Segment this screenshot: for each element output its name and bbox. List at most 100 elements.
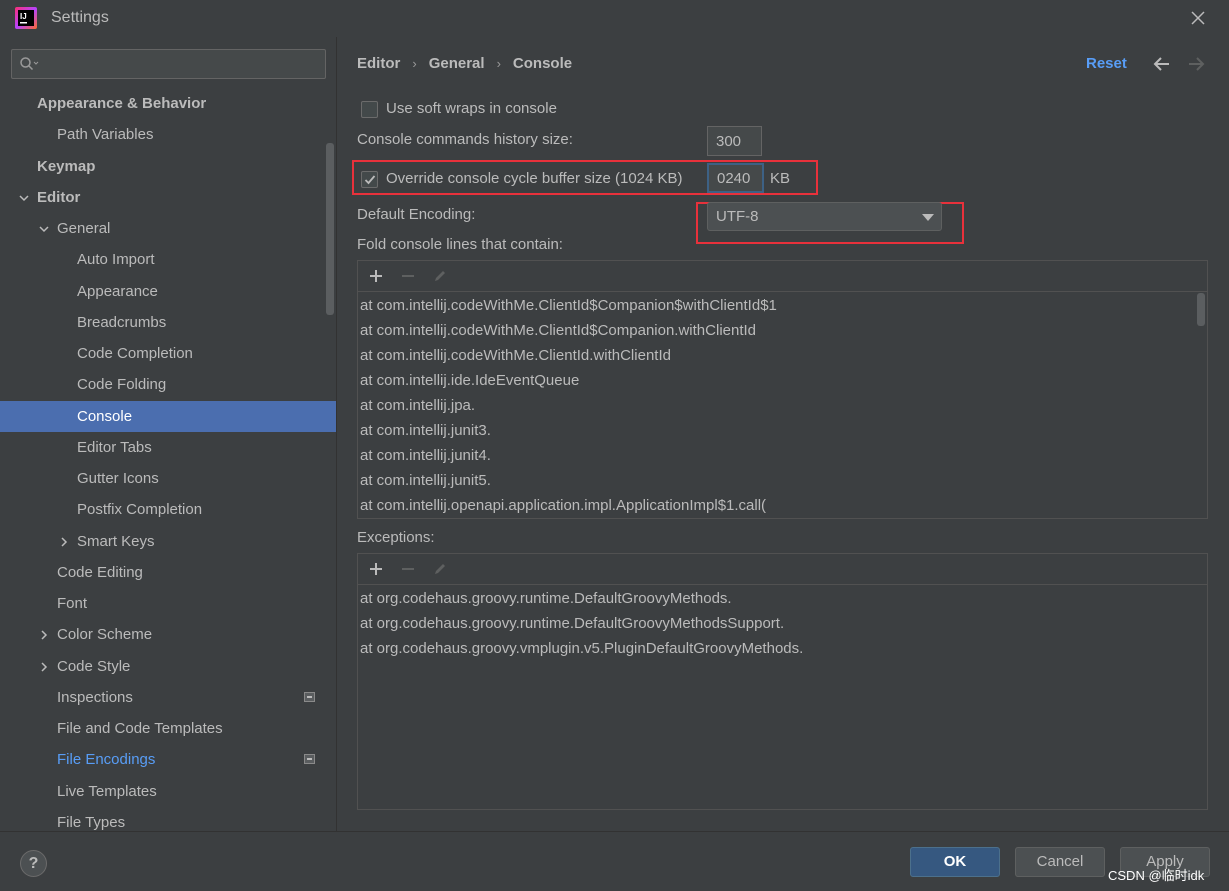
list-item[interactable]: at com.intellij.junit4. (360, 443, 491, 468)
list-item[interactable]: at org.codehaus.groovy.runtime.DefaultGr… (360, 611, 784, 636)
tree-label: File Types (57, 814, 126, 831)
soft-wraps-checkbox[interactable] (361, 101, 378, 118)
tree-keymap[interactable]: Keymap (0, 151, 336, 182)
tree-inspections[interactable]: Inspections (0, 682, 336, 713)
breadcrumb-separator: › (412, 56, 417, 71)
project-scope-icon (304, 754, 315, 764)
tree-appearance[interactable]: Appearance (0, 276, 336, 307)
tree-label: Code Folding (77, 376, 167, 393)
settings-search[interactable] (11, 49, 326, 79)
breadcrumb: Editor › General › Console (357, 55, 572, 72)
list-item[interactable]: at com.intellij.codeWithMe.ClientId.with… (360, 343, 671, 368)
tree-path-variables[interactable]: Path Variables (0, 119, 336, 150)
chevron-right-icon[interactable] (58, 536, 70, 548)
chevron-right-icon[interactable] (38, 629, 50, 641)
sidebar-scrollbar[interactable] (326, 143, 334, 315)
chevron-down-icon (922, 214, 934, 221)
window-title: Settings (51, 9, 109, 26)
fold-lines-panel: at com.intellij.codeWithMe.ClientId$Comp… (357, 260, 1208, 519)
history-size-input[interactable] (707, 126, 762, 156)
arrow-left-icon[interactable] (1152, 55, 1172, 73)
add-icon[interactable] (368, 561, 384, 577)
search-icon (20, 57, 39, 71)
tree-live-templates[interactable]: Live Templates (0, 776, 336, 807)
tree-appearance-behavior[interactable]: Appearance & Behavior (0, 88, 336, 119)
intellij-idea-icon: IJ (15, 7, 37, 29)
tree-label: Editor (37, 189, 81, 206)
encoding-value: UTF-8 (716, 208, 759, 225)
list-item[interactable]: at com.intellij.junit5. (360, 468, 491, 493)
dialog-footer: ? OK Cancel Apply (0, 831, 1229, 891)
title-bar: IJ Settings (0, 0, 1229, 37)
tree-gutter-icons[interactable]: Gutter Icons (0, 463, 336, 494)
list-item[interactable]: at com.intellij.codeWithMe.ClientId$Comp… (360, 293, 777, 318)
list-item[interactable]: at org.codehaus.groovy.runtime.DefaultGr… (360, 586, 732, 611)
settings-sidebar: Appearance & Behavior Path Variables Key… (0, 37, 337, 831)
tree-label: Smart Keys (77, 533, 155, 550)
tree-code-style[interactable]: Code Style (0, 651, 336, 682)
tree-breadcrumbs[interactable]: Breadcrumbs (0, 307, 336, 338)
exceptions-panel: at org.codehaus.groovy.runtime.DefaultGr… (357, 553, 1208, 810)
add-icon[interactable] (368, 268, 384, 284)
fold-lines-list: at com.intellij.codeWithMe.ClientId$Comp… (358, 292, 1207, 518)
tree-auto-import[interactable]: Auto Import (0, 244, 336, 275)
override-buffer-checkbox[interactable] (361, 171, 378, 188)
chevron-right-icon[interactable] (38, 661, 50, 673)
fold-lines-scrollbar[interactable] (1197, 293, 1205, 326)
tree-label: Appearance (77, 283, 158, 300)
buffer-size-input[interactable] (707, 163, 764, 193)
tree-editor-tabs[interactable]: Editor Tabs (0, 432, 336, 463)
list-item[interactable]: at com.intellij.codeWithMe.ClientId$Comp… (360, 318, 756, 343)
tree-label: Console (77, 408, 133, 425)
tree-file-code-templates[interactable]: File and Code Templates (0, 713, 336, 744)
tree-label: Live Templates (57, 783, 157, 800)
cancel-button[interactable]: Cancel (1015, 847, 1105, 877)
encoding-dropdown[interactable]: UTF-8 (707, 202, 942, 231)
tree-label: Code Completion (77, 345, 193, 362)
tree-font[interactable]: Font (0, 588, 336, 619)
list-item[interactable]: at com.intellij.jpa. (360, 393, 475, 418)
checkmark-icon (364, 175, 376, 185)
tree-label: File Encodings (57, 751, 156, 768)
fold-lines-toolbar (358, 261, 1207, 292)
tree-label: Keymap (37, 158, 96, 175)
close-icon[interactable] (1188, 8, 1208, 28)
exceptions-list: at org.codehaus.groovy.runtime.DefaultGr… (358, 585, 1207, 809)
breadcrumb-item[interactable]: General (429, 55, 485, 72)
list-item[interactable]: at org.codehaus.groovy.vmplugin.v5.Plugi… (360, 636, 803, 661)
list-item[interactable]: at com.intellij.ide.IdeEventQueue (360, 368, 579, 393)
help-button[interactable]: ? (20, 850, 47, 877)
project-scope-icon (304, 692, 315, 702)
chevron-down-icon[interactable] (18, 192, 30, 204)
search-input[interactable] (44, 53, 320, 75)
list-item[interactable]: at com.intellij.openapi.application.impl… (360, 493, 766, 518)
tree-code-editing[interactable]: Code Editing (0, 557, 336, 588)
remove-icon (402, 275, 414, 277)
list-item[interactable]: at com.intellij.junit3. (360, 418, 491, 443)
override-buffer-label[interactable]: Override console cycle buffer size (1024… (386, 170, 683, 187)
tree-smart-keys[interactable]: Smart Keys (0, 526, 336, 557)
ok-button[interactable]: OK (910, 847, 1000, 877)
tree-label: Editor Tabs (77, 439, 152, 456)
breadcrumb-item: Console (512, 55, 573, 72)
remove-icon (402, 568, 414, 570)
tree-code-folding[interactable]: Code Folding (0, 369, 336, 400)
tree-editor[interactable]: Editor (0, 182, 336, 213)
soft-wraps-label[interactable]: Use soft wraps in console (386, 100, 557, 117)
tree-postfix-completion[interactable]: Postfix Completion (0, 494, 336, 525)
tree-label: Gutter Icons (77, 470, 159, 487)
tree-code-completion[interactable]: Code Completion (0, 338, 336, 369)
tree-general[interactable]: General (0, 213, 336, 244)
tree-file-encodings[interactable]: File Encodings (0, 744, 336, 775)
tree-label: Auto Import (77, 251, 155, 268)
fold-lines-label: Fold console lines that contain: (357, 236, 563, 253)
tree-color-scheme[interactable]: Color Scheme (0, 619, 336, 650)
exceptions-toolbar (358, 554, 1207, 585)
breadcrumb-item[interactable]: Editor (357, 55, 400, 72)
arrow-right-icon (1189, 57, 1205, 71)
reset-link[interactable]: Reset (1086, 55, 1127, 72)
watermark: CSDN @临时idk (1108, 868, 1205, 883)
chevron-down-icon[interactable] (38, 223, 50, 235)
tree-console[interactable]: Console (0, 401, 336, 432)
tree-file-types[interactable]: File Types (0, 807, 336, 831)
